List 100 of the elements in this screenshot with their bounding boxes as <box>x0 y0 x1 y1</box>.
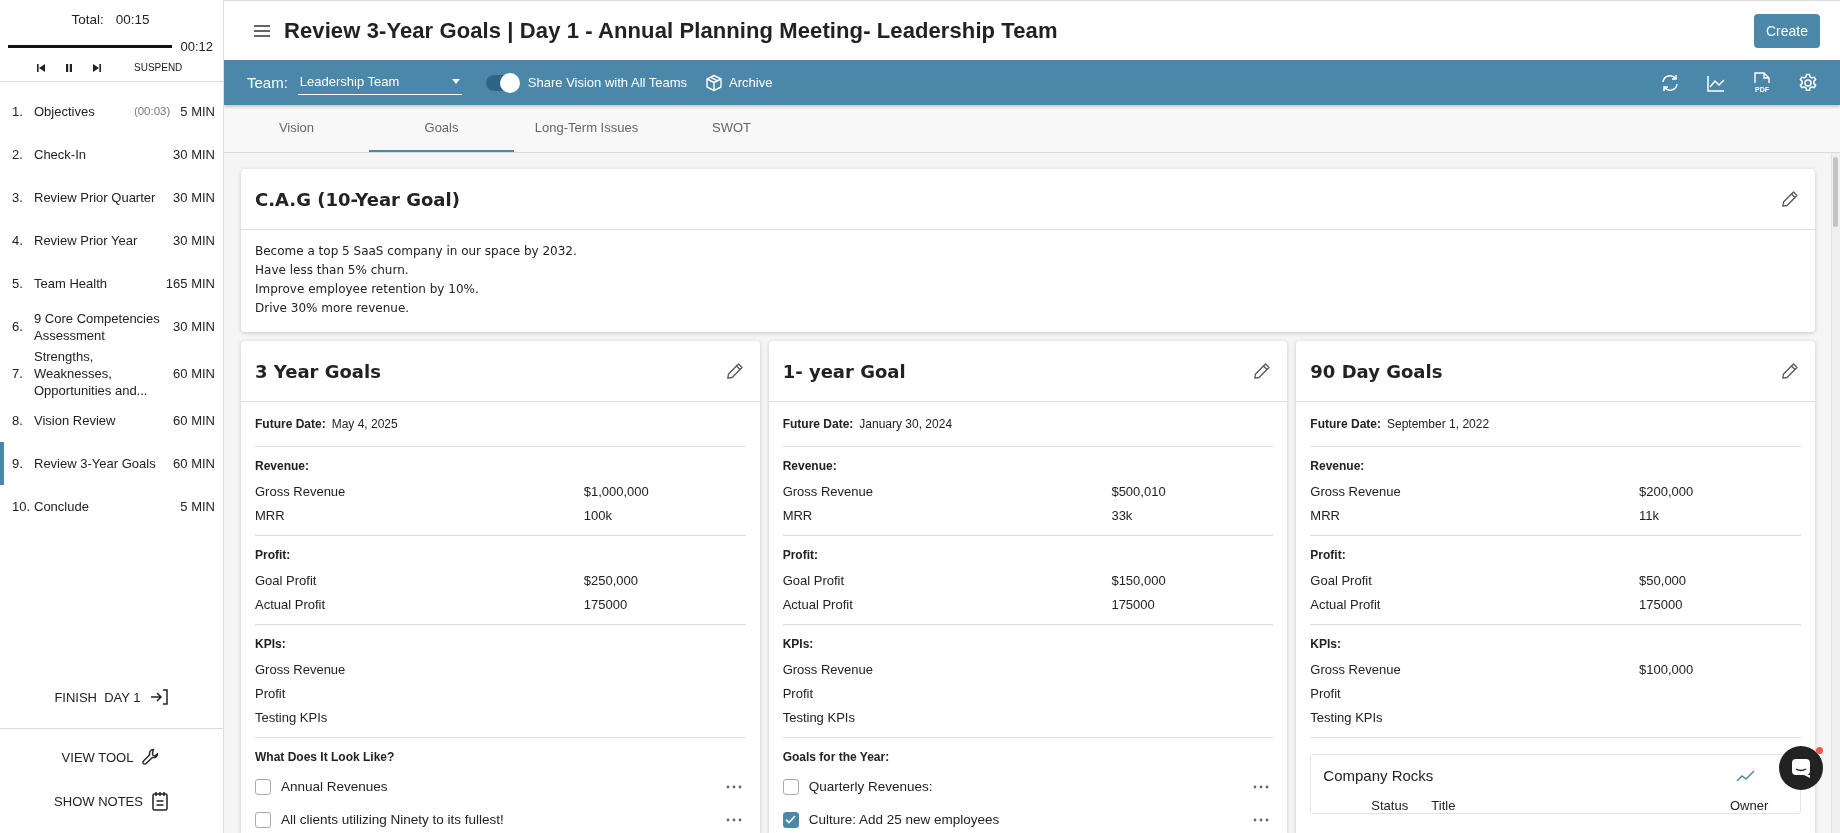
metric-value: $1,000,000 <box>583 483 650 499</box>
more-options-icon[interactable] <box>1253 784 1270 789</box>
show-notes-button[interactable]: SHOW NOTES <box>48 787 175 815</box>
metric-label: Gross Revenue <box>782 483 874 499</box>
scrollbar-thumb[interactable] <box>1833 157 1838 227</box>
metric-value: $100,000 <box>1639 661 1695 677</box>
metric-label: MRR <box>1310 507 1341 523</box>
chat-icon <box>1791 758 1811 778</box>
agenda-duration: 30 MIN <box>173 146 215 163</box>
metric-label: Goal Profit <box>255 572 318 588</box>
goal-text: Drive 30% more revenue. <box>255 300 411 317</box>
checkbox[interactable] <box>255 778 271 795</box>
agenda-number: 9. <box>12 455 24 472</box>
agenda-title: 9 Core Competencies Assessment <box>34 309 161 344</box>
tab[interactable]: SWOT <box>659 105 804 152</box>
section-heading: What Does It Look Like? <box>255 749 396 766</box>
agenda-number: 8. <box>12 412 24 429</box>
field-value: May 4, 2025 <box>331 417 398 431</box>
checkbox[interactable] <box>255 811 271 828</box>
agenda-duration: 5 MIN <box>180 103 215 120</box>
metric-value: 100k <box>583 507 613 523</box>
agenda-item[interactable]: 10. Conclude 5 MIN <box>0 485 223 528</box>
finish-day-button[interactable]: FINISH DAY 1 <box>48 684 175 710</box>
agenda-title: Review 3-Year Goals <box>34 455 157 472</box>
agenda-item[interactable]: 1. Objectives (00:03) 5 MIN <box>0 90 223 133</box>
team-label: Team: <box>247 74 288 91</box>
metric-label: Testing KPIs <box>255 709 329 725</box>
pencil-icon[interactable] <box>1253 362 1272 380</box>
view-tool-button[interactable]: VIEW TOOL <box>55 743 168 771</box>
column-header: Owner <box>1730 798 1770 813</box>
section-heading: KPIs: <box>255 636 287 653</box>
settings-icon[interactable] <box>1798 72 1818 93</box>
agenda-item[interactable]: 2. Check-In 30 MIN <box>0 133 223 176</box>
agenda-duration: 60 MIN <box>173 365 215 382</box>
metric-value: 175000 <box>583 596 629 612</box>
refresh-icon[interactable] <box>1660 72 1680 93</box>
agenda-title: Strengths, Weaknesses, Opportunities and... <box>34 348 149 399</box>
menu-icon[interactable] <box>254 23 270 38</box>
metric-label: Profit <box>782 685 814 701</box>
agenda-title: Check-In <box>34 146 88 163</box>
pencil-icon[interactable] <box>1781 362 1799 380</box>
checklist-item-label: Annual Revenues <box>281 779 389 794</box>
checklist-item-label: All clients utilizing Ninety to its fullest! <box>281 812 505 827</box>
section-heading: Goals for the Year: <box>782 749 891 766</box>
agenda-title: Objectives <box>34 103 96 120</box>
more-options-icon[interactable] <box>725 817 742 822</box>
agenda-item[interactable]: 7. Strengths, Weaknesses, Opportunities and... 60 MIN <box>0 348 223 399</box>
metric-label: Actual Profit <box>782 596 854 612</box>
section-heading: Profit: <box>1310 547 1347 564</box>
tab[interactable]: Long-Term Issues <box>514 105 659 152</box>
goal-text: Have less than 5% churn. <box>255 262 410 279</box>
metric-label: Profit <box>1310 685 1342 701</box>
agenda-title: Review Prior Quarter <box>34 189 157 206</box>
skip-forward-icon[interactable] <box>92 62 102 73</box>
suspend-button[interactable]: SUSPEND <box>134 62 183 73</box>
page-title: Review 3-Year Goals | Day 1 - Annual Planning Meeting- Leadership Team <box>284 17 1059 44</box>
pencil-icon[interactable] <box>725 362 744 380</box>
tab[interactable]: Goals <box>369 105 514 152</box>
agenda-item[interactable]: 4. Review Prior Year 30 MIN <box>0 219 223 262</box>
metric-value: $150,000 <box>1111 572 1167 588</box>
clipboard-icon <box>150 791 169 811</box>
pause-icon[interactable] <box>64 62 74 73</box>
team-select[interactable]: Leadership Team <box>297 70 462 95</box>
checklist-item-label: Culture: Add 25 new employees <box>808 812 1001 827</box>
field-label: Future Date: <box>1310 417 1381 431</box>
goal-text: Become a top 5 SaaS company in our space by 2032. <box>255 243 578 260</box>
skip-back-icon[interactable] <box>36 62 46 73</box>
agenda-item[interactable]: 5. Team Health 165 MIN <box>0 262 223 305</box>
pencil-icon[interactable] <box>1781 190 1799 208</box>
agenda-duration: 165 MIN <box>165 275 215 292</box>
trend-line-icon[interactable] <box>1736 768 1756 783</box>
toggle-switch[interactable] <box>485 74 518 91</box>
agenda-duration: 5 MIN <box>180 498 215 515</box>
section-heading: Revenue: <box>1310 458 1366 475</box>
metric-label: Goal Profit <box>1310 572 1373 588</box>
agenda-duration: 30 MIN <box>173 232 215 249</box>
metric-value: $200,000 <box>1639 483 1695 499</box>
agenda-number: 4. <box>12 232 24 249</box>
card-title: C.A.G (10-Year Goal) <box>255 188 460 210</box>
more-options-icon[interactable] <box>1253 817 1270 822</box>
agenda-item[interactable]: 3. Review Prior Quarter 30 MIN <box>0 176 223 219</box>
agenda-number: 1. <box>12 103 24 120</box>
metric-label: Profit <box>255 685 287 701</box>
metric-label: Gross Revenue <box>782 661 874 677</box>
panel-title: Company Rocks <box>1323 767 1434 784</box>
checkbox[interactable] <box>782 778 799 795</box>
archive-button[interactable]: Archive <box>705 73 773 92</box>
tab[interactable]: Vision <box>224 105 369 152</box>
metric-value: 175000 <box>1111 596 1156 612</box>
agenda-number: 5. <box>12 275 24 292</box>
field-value: September 1, 2022 <box>1387 417 1490 431</box>
checkbox[interactable] <box>782 811 799 828</box>
card-title: 1- year Goal <box>782 360 906 382</box>
create-button[interactable]: Create <box>1753 13 1820 48</box>
metric-value: 11k <box>1639 507 1661 523</box>
metric-label: Gross Revenue <box>1310 661 1402 677</box>
metric-label: Gross Revenue <box>1310 483 1402 499</box>
agenda-item[interactable]: 8. Vision Review 60 MIN <box>0 399 223 442</box>
agenda-title: Conclude <box>34 498 90 515</box>
more-options-icon[interactable] <box>725 784 742 789</box>
